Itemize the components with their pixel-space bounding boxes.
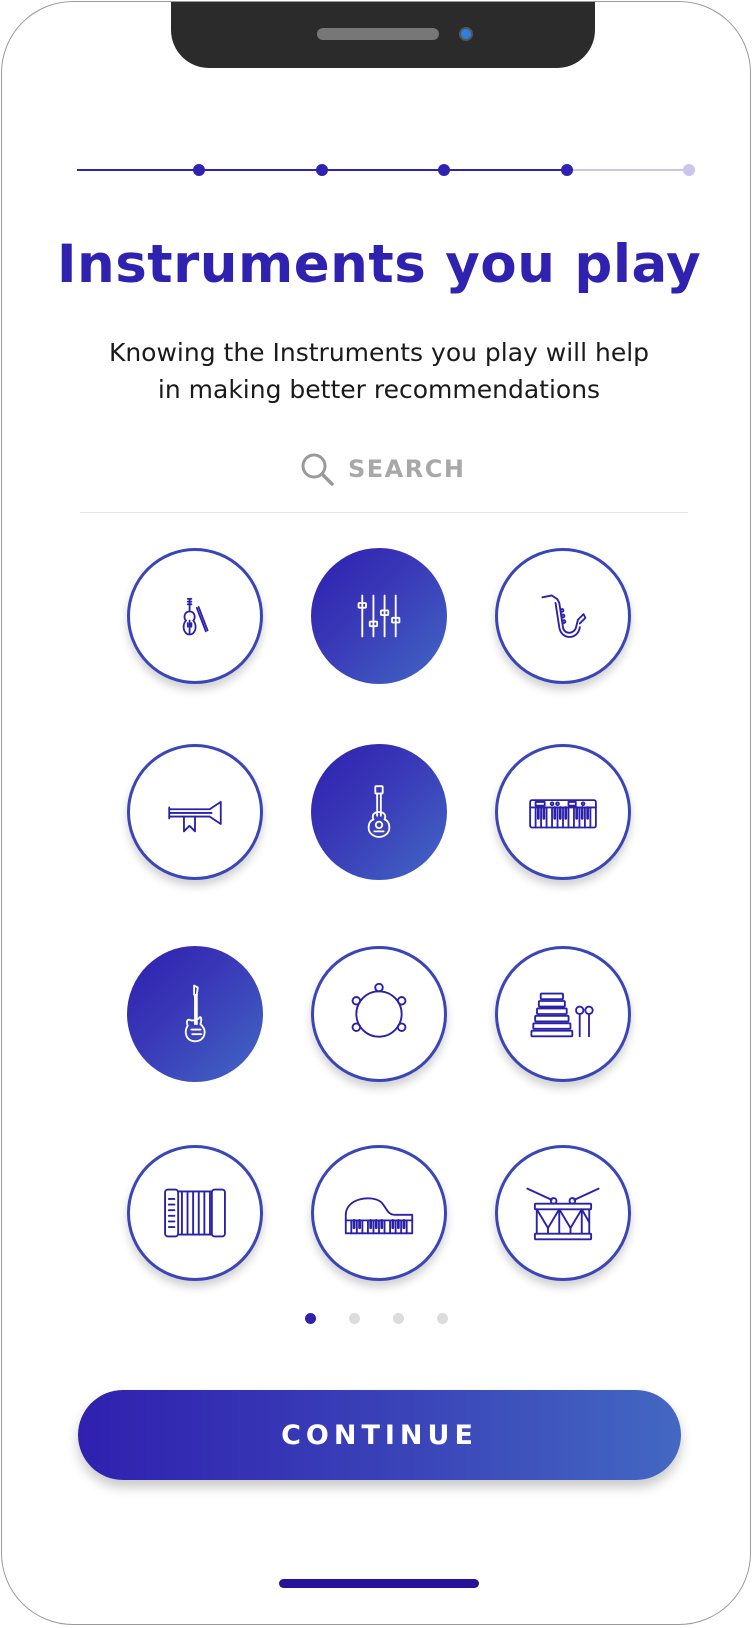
- search-icon: [301, 453, 334, 486]
- progress-step-dot: [315, 164, 328, 176]
- mixer-icon: [357, 594, 401, 638]
- search-input[interactable]: [348, 448, 548, 490]
- phone-frame: Instruments you play Knowing the Instrum…: [1, 1, 751, 1625]
- speaker-grille: [317, 28, 439, 40]
- page-dot[interactable]: [349, 1313, 360, 1324]
- page-subtitle: Knowing the Instruments you play will he…: [108, 338, 650, 404]
- piano-icon: [344, 1197, 414, 1235]
- electric-guitar-icon: [184, 984, 206, 1043]
- violin-icon: [182, 598, 209, 636]
- instrument-tile[interactable]: [311, 946, 447, 1082]
- instrument-tile[interactable]: [495, 946, 631, 1082]
- page-title: Instruments you play: [56, 234, 702, 295]
- search-bar[interactable]: [80, 442, 688, 513]
- instrument-tile[interactable]: [311, 744, 447, 880]
- acoustic-guitar-icon: [367, 785, 391, 838]
- step-progress-bar: [77, 164, 695, 176]
- xylophone-icon: [530, 992, 594, 1038]
- home-indicator: [279, 1579, 479, 1588]
- saxophone-icon: [541, 594, 587, 638]
- page-indicator: [305, 1313, 455, 1325]
- notch: [171, 2, 595, 68]
- progress-step-dot: [560, 164, 573, 176]
- instrument-tile[interactable]: [311, 1145, 447, 1281]
- page-dot[interactable]: [305, 1313, 316, 1324]
- progress-step-dot: [683, 164, 695, 176]
- continue-button[interactable]: CONTINUE: [78, 1390, 681, 1480]
- instrument-tile[interactable]: [495, 744, 631, 880]
- instrument-tile[interactable]: [127, 946, 263, 1082]
- instrument-tile[interactable]: [127, 1145, 263, 1281]
- instrument-tile[interactable]: [311, 548, 447, 684]
- page-dot[interactable]: [393, 1313, 404, 1324]
- instrument-tile[interactable]: [495, 1145, 631, 1281]
- instrument-tile[interactable]: [127, 744, 263, 880]
- trumpet-icon: [168, 800, 222, 833]
- progress-step-dot: [438, 164, 451, 176]
- instrument-tile[interactable]: [495, 548, 631, 684]
- instrument-tile[interactable]: [127, 548, 263, 684]
- drum-icon: [526, 1187, 600, 1241]
- page-dot[interactable]: [437, 1313, 448, 1324]
- front-camera-icon: [459, 27, 473, 41]
- tambourine-icon: [351, 982, 407, 1038]
- synthesizer-icon: [529, 799, 597, 829]
- progress-line-remaining: [566, 169, 689, 171]
- progress-step-dot: [193, 164, 206, 176]
- accordion-icon: [164, 1188, 226, 1238]
